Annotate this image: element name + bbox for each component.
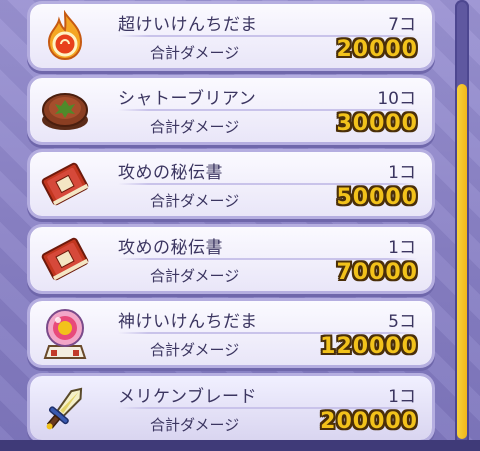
list-item[interactable]: 攻めの秘伝書 1コ 合計ダメージ 50000 xyxy=(30,152,432,216)
scroll-book-icon xyxy=(36,231,94,287)
crystal-orb-icon xyxy=(36,305,94,361)
damage-label: 合計ダメージ xyxy=(150,341,240,359)
list-item[interactable]: 超けいけんちだま 7コ 合計ダメージ 20000 xyxy=(30,4,432,68)
steak-icon xyxy=(36,82,94,138)
list-item[interactable]: メリケンブレード 1コ 合計ダメージ 200000 xyxy=(30,376,432,440)
scrollbar[interactable] xyxy=(455,0,469,451)
item-list[interactable]: 超けいけんちだま 7コ 合計ダメージ 20000 シャトーブリアン 10コ 合計… xyxy=(0,0,448,451)
item-name: 攻めの秘伝書 xyxy=(118,238,223,258)
item-name: 神けいけんちだま xyxy=(118,312,258,332)
item-count: 1コ xyxy=(388,163,416,183)
damage-label: 合計ダメージ xyxy=(150,416,240,434)
list-item[interactable]: 攻めの秘伝書 1コ 合計ダメージ 70000 xyxy=(30,227,432,291)
list-item[interactable]: 神けいけんちだま 5コ 合計ダメージ 120000 xyxy=(30,301,432,365)
list-item[interactable]: シャトーブリアン 10コ 合計ダメージ 30000 xyxy=(30,78,432,142)
scroll-book-icon xyxy=(36,156,94,212)
item-name: シャトーブリアン xyxy=(118,89,257,109)
item-count: 1コ xyxy=(388,387,416,407)
fire-orb-icon xyxy=(36,8,94,64)
damage-label: 合計ダメージ xyxy=(150,118,240,136)
damage-value: 50000 xyxy=(336,185,418,210)
item-count: 10コ xyxy=(377,89,416,109)
damage-label: 合計ダメージ xyxy=(150,192,240,210)
damage-value: 200000 xyxy=(320,409,418,434)
damage-value: 20000 xyxy=(336,37,418,62)
damage-value: 70000 xyxy=(336,260,418,285)
damage-label: 合計ダメージ xyxy=(150,44,240,62)
blade-icon xyxy=(36,380,94,436)
bottom-edge xyxy=(0,440,480,451)
item-name: 超けいけんちだま xyxy=(118,15,258,35)
damage-value: 30000 xyxy=(336,111,418,136)
item-count: 1コ xyxy=(388,238,416,258)
item-name: 攻めの秘伝書 xyxy=(118,163,223,183)
damage-label: 合計ダメージ xyxy=(150,267,240,285)
item-count: 5コ xyxy=(388,312,416,332)
item-name: メリケンブレード xyxy=(118,387,257,407)
damage-value: 120000 xyxy=(320,334,418,359)
item-count: 7コ xyxy=(388,15,416,35)
scrollbar-thumb[interactable] xyxy=(457,84,467,439)
